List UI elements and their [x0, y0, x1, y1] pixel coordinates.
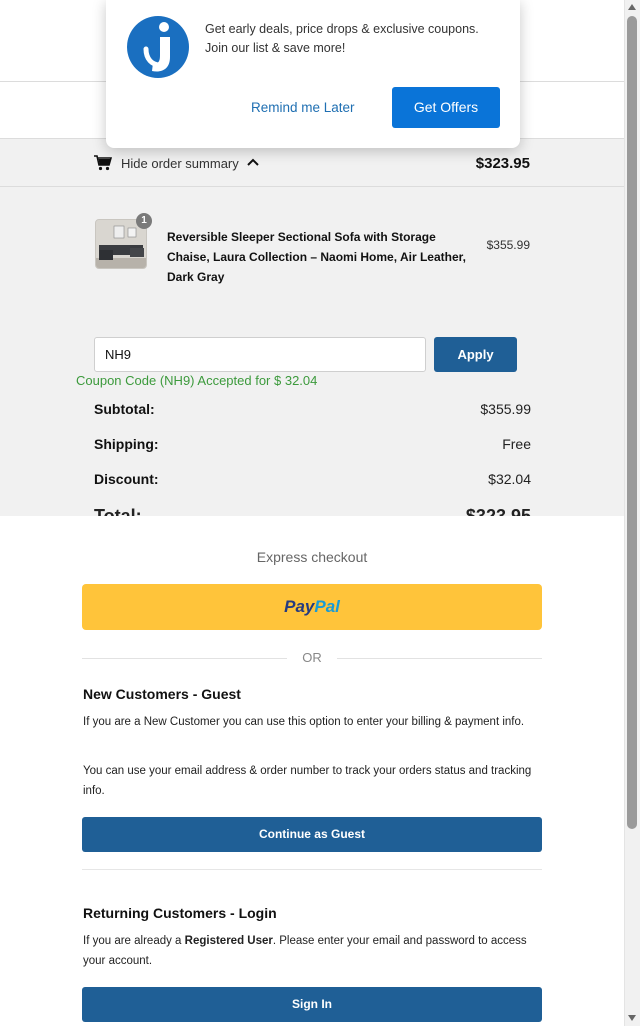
sign-in-button[interactable]: Sign In: [82, 987, 542, 1022]
newsletter-popup: Get early deals, price drops & exclusive…: [106, 0, 520, 148]
total-value: $323.95: [465, 506, 531, 516]
total-label: Total:: [94, 506, 142, 516]
express-checkout-label: Express checkout: [256, 549, 368, 565]
shipping-row: Shipping: Free: [94, 436, 531, 456]
get-offers-button[interactable]: Get Offers: [392, 87, 500, 128]
or-divider: OR: [82, 648, 542, 668]
coupon-code-input[interactable]: [94, 337, 426, 372]
guest-description-1: If you are a New Customer you can use th…: [83, 716, 525, 728]
remind-later-button[interactable]: Remind me Later: [251, 100, 355, 115]
subtotal-value: $355.99: [480, 401, 531, 417]
section-divider: [82, 869, 542, 870]
order-summary-toggle-label: Hide order summary: [121, 156, 239, 171]
product-price: $355.99: [486, 238, 530, 252]
registered-user-text: Registered User: [184, 935, 273, 947]
chevron-up-icon: [247, 158, 259, 166]
cart-icon: [94, 155, 112, 171]
shipping-label: Shipping:: [94, 436, 159, 452]
scroll-up-arrow-icon[interactable]: [628, 4, 636, 10]
subtotal-label: Subtotal:: [94, 401, 155, 417]
order-summary-panel: Hide order summary $323.95 1 Reversible …: [0, 139, 624, 516]
order-summary-total: $323.95: [475, 155, 530, 172]
shipping-value: Free: [502, 436, 531, 452]
guest-section-title: New Customers - Guest: [83, 686, 241, 702]
returning-section-title: Returning Customers - Login: [83, 905, 277, 921]
or-label: OR: [302, 650, 322, 665]
discount-label: Discount:: [94, 471, 159, 487]
product-name: Reversible Sleeper Sectional Sofa with S…: [167, 230, 466, 284]
subtotal-row: Subtotal: $355.99: [94, 401, 531, 421]
coupon-success-message: Coupon Code (NH9) Accepted for $ 32.04: [76, 373, 318, 388]
guest-description-2: You can use your email address & order n…: [83, 765, 532, 797]
popup-message: Get early deals, price drops & exclusive…: [205, 22, 479, 55]
brand-logo-icon: [127, 16, 189, 78]
quantity-badge: 1: [136, 213, 152, 229]
paypal-logo-pal: Pal: [314, 597, 340, 616]
scroll-down-arrow-icon[interactable]: [628, 1015, 636, 1021]
scrollbar-thumb[interactable]: [627, 16, 637, 829]
returning-description: If you are already a Registered User. Pl…: [83, 931, 543, 971]
continue-as-guest-button[interactable]: Continue as Guest: [82, 817, 542, 852]
discount-row: Discount: $32.04: [94, 471, 531, 491]
paypal-button[interactable]: PayPal: [82, 584, 542, 630]
returning-text-before: If you are already a: [83, 935, 185, 947]
apply-coupon-button[interactable]: Apply: [434, 337, 517, 372]
paypal-logo-pay: Pay: [284, 597, 315, 616]
discount-value: $32.04: [488, 471, 531, 487]
